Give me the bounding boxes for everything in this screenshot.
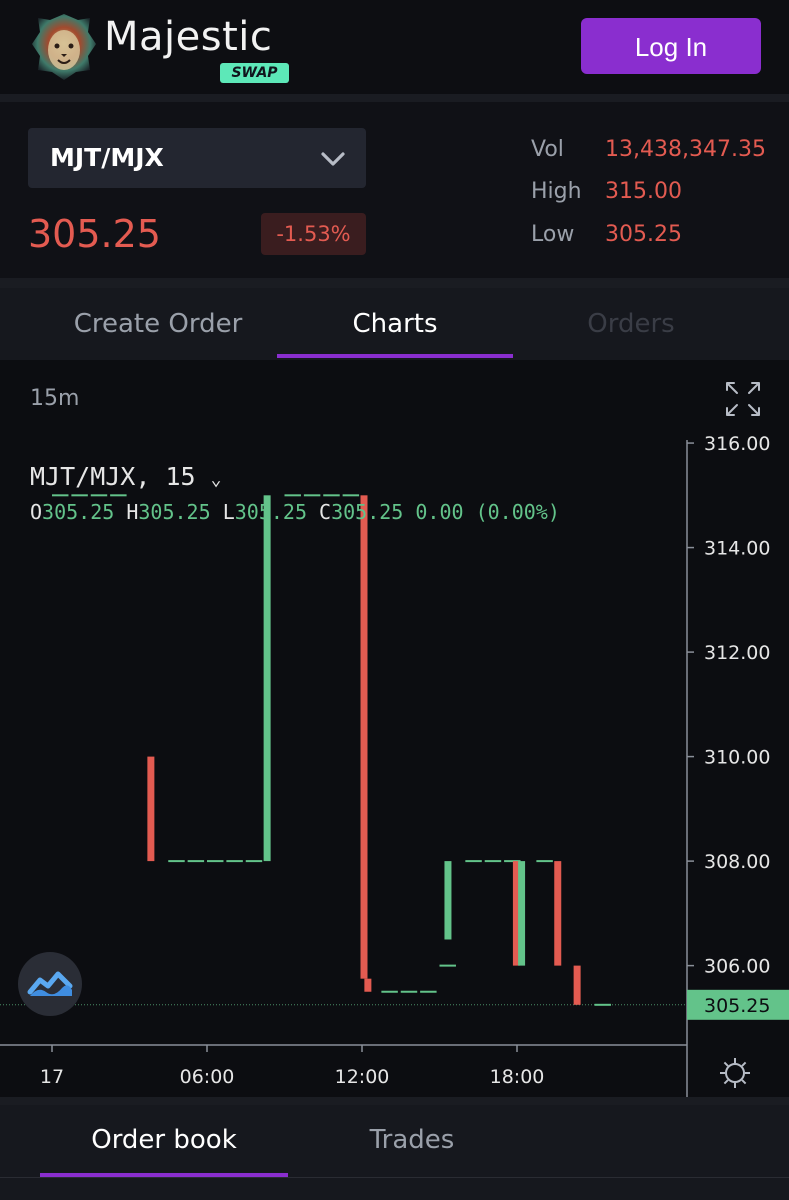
candle-body <box>444 861 452 940</box>
candle-doji <box>342 494 360 497</box>
candle-body <box>263 495 271 862</box>
tab-orders: Orders <box>587 309 675 339</box>
active-tab-indicator <box>277 354 513 358</box>
tradingview-mark-icon <box>27 971 73 996</box>
high-label: High <box>531 179 582 204</box>
lion-logo-icon[interactable] <box>28 10 100 82</box>
bottom-tabs: Order book Trades <box>0 1105 789 1200</box>
main-tabs: Create Order Charts Orders <box>0 288 789 361</box>
open-key: O <box>30 500 43 524</box>
active-tab-indicator <box>40 1173 288 1177</box>
volume-label: Vol <box>531 137 564 162</box>
pair-selector[interactable]: MJT/MJX <box>28 128 366 188</box>
chevron-down-icon <box>321 152 345 166</box>
candle-doji <box>90 494 108 497</box>
open-value: 305.25 <box>42 500 115 524</box>
low-value-legend: 305.25 <box>234 500 307 524</box>
fullscreen-icon[interactable] <box>724 380 762 418</box>
candle-body <box>147 756 155 862</box>
candle-doji <box>484 860 502 863</box>
price-tick-label: 312.00 <box>704 642 770 664</box>
candle-doji <box>226 860 243 863</box>
high-value: 315.00 <box>605 179 682 204</box>
time-tick-label: 12:00 <box>335 1066 390 1088</box>
price-chart[interactable]: 316.00 314.00 312.00 310.00 308.00 306.00 17 06… <box>0 430 789 1097</box>
pair-selector-label: MJT/MJX <box>50 143 164 172</box>
candle-doji <box>381 990 398 993</box>
brand-name: Majestic <box>104 14 273 60</box>
candle-doji <box>465 860 482 863</box>
price-tick-label: 316.00 <box>704 433 770 455</box>
candle-doji <box>187 860 205 863</box>
candle-doji <box>420 990 437 993</box>
ohlc-legend: O305.25 H305.25 L305.25 C305.25 0.00 (0.… <box>30 500 560 524</box>
last-price-label: 305.25 <box>704 995 770 1017</box>
candle-body <box>364 978 372 992</box>
tab-create-order[interactable]: Create Order <box>40 288 276 360</box>
divider <box>0 1097 789 1105</box>
low-key: L <box>222 500 235 524</box>
tab-trades[interactable]: Trades <box>288 1125 536 1155</box>
chevron-down-icon: ⌄ <box>210 469 222 490</box>
candle-doji <box>439 964 456 967</box>
candle-body <box>360 495 368 979</box>
low-value: 305.25 <box>605 222 682 247</box>
divider <box>0 94 789 102</box>
divider <box>0 1177 789 1178</box>
tab-order-book[interactable]: Order book <box>40 1125 288 1155</box>
candle-doji <box>207 860 224 863</box>
app-header: Majestic SWAP Log In <box>0 0 789 94</box>
price-tick-label: 314.00 <box>704 538 770 560</box>
candle-doji <box>71 494 88 497</box>
close-value: 305.25 <box>331 500 404 524</box>
candle-doji <box>245 860 263 863</box>
divider <box>0 278 789 288</box>
tradingview-logo-icon[interactable] <box>18 952 82 1016</box>
chart-symbol-label: MJT/MJX, 15 <box>30 462 196 491</box>
chart-symbol-title[interactable]: MJT/MJX, 15 ⌄ <box>30 462 221 491</box>
low-label: Low <box>531 222 575 247</box>
candle-body <box>554 861 562 966</box>
high-value-legend: 305.25 <box>138 500 211 524</box>
candle-doji <box>284 494 301 497</box>
time-tick-label: 18:00 <box>490 1066 545 1088</box>
price-change-badge: -1.53% <box>261 213 366 255</box>
login-button[interactable]: Log In <box>581 18 761 74</box>
candle-doji <box>536 860 553 863</box>
time-tick-label: 17 <box>40 1066 64 1088</box>
high-key: H <box>126 500 139 524</box>
candle-body <box>573 965 581 1005</box>
candle-doji <box>168 860 185 863</box>
time-tick-label: 06:00 <box>180 1066 235 1088</box>
candle-doji <box>594 1003 611 1006</box>
candle-doji <box>400 990 418 993</box>
last-price: 305.25 <box>28 212 161 256</box>
price-tick-label: 306.00 <box>704 956 770 978</box>
close-key: C <box>319 500 332 524</box>
price-tick-label: 310.00 <box>704 747 770 769</box>
tab-charts[interactable]: Charts <box>277 288 513 360</box>
swap-badge: SWAP <box>220 63 289 83</box>
candle-doji <box>303 494 321 497</box>
candle-body <box>518 861 526 966</box>
change-value: 0.00 (0.00%) <box>415 500 560 524</box>
candle-doji <box>110 494 127 497</box>
interval-selector[interactable]: 15m <box>30 386 79 411</box>
candle-doji <box>323 494 340 497</box>
candle-doji <box>52 494 69 497</box>
volume-value: 13,438,347.35 <box>605 137 766 162</box>
settings-gear-icon[interactable] <box>718 1056 752 1090</box>
price-tick-label: 308.00 <box>704 851 770 873</box>
